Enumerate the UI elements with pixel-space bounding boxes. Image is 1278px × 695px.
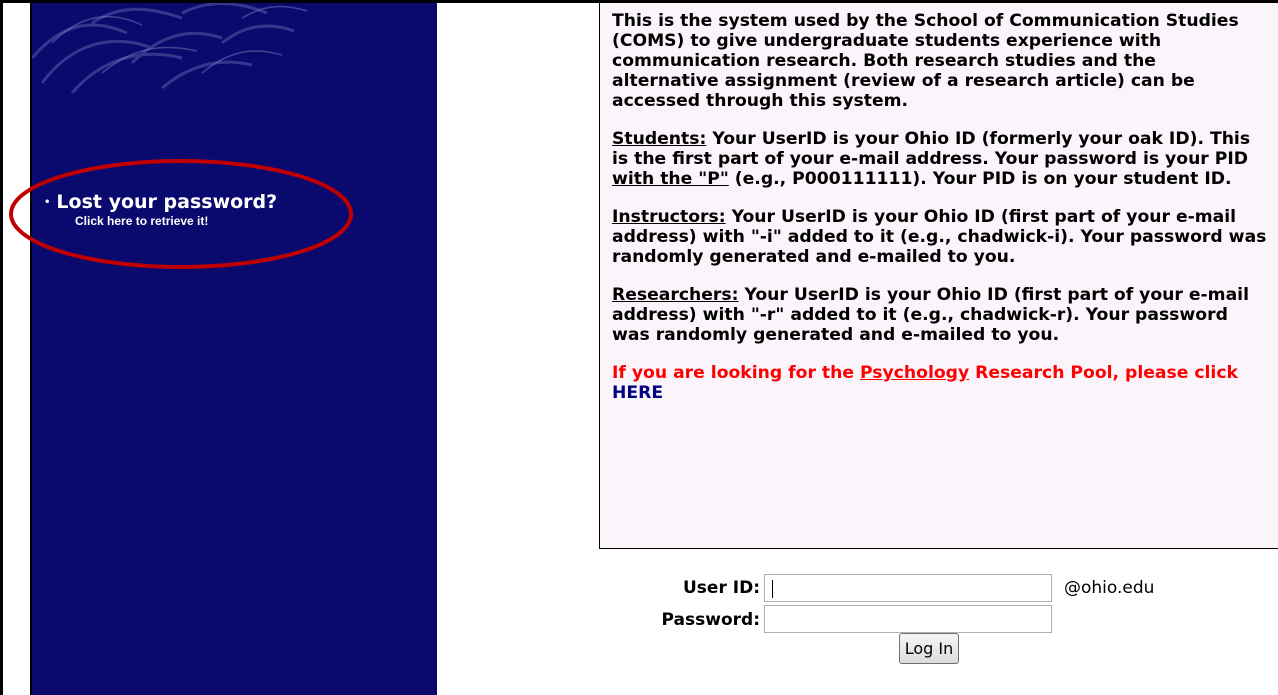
- password-label: Password:: [661, 610, 760, 630]
- students-underlined: with the "P": [612, 169, 729, 189]
- login-button[interactable]: Log In: [899, 633, 959, 664]
- header-decoration: [32, 3, 308, 93]
- info-panel: This is the system used by the School of…: [599, 3, 1278, 549]
- sidebar: • Lost your password? Click here to retri…: [30, 3, 437, 695]
- userid-input[interactable]: [764, 574, 1052, 602]
- researchers-paragraph: Researchers: Your UserID is your Ohio ID…: [612, 285, 1268, 345]
- psych-text-1: If you are looking for the: [612, 363, 860, 383]
- psychology-link[interactable]: Psychology: [860, 363, 969, 383]
- students-text-2: (e.g., P000111111). Your PID is on your …: [728, 169, 1232, 189]
- students-text-1: Your UserID is your Ohio ID (formerly yo…: [612, 129, 1251, 169]
- students-heading: Students:: [612, 129, 707, 149]
- researchers-heading: Researchers:: [612, 285, 739, 305]
- highlight-circle: [9, 159, 353, 269]
- text-caret: [772, 580, 773, 598]
- intro-text: This is the system used by the School of…: [612, 11, 1239, 111]
- domain-suffix: @ohio.edu: [1064, 578, 1155, 598]
- password-input[interactable]: [764, 605, 1052, 633]
- psych-text-2: Research Pool, please click: [969, 363, 1238, 383]
- students-paragraph: Students: Your UserID is your Ohio ID (f…: [612, 129, 1268, 189]
- userid-label: User ID:: [683, 578, 760, 598]
- psychology-notice: If you are looking for the Psychology Re…: [612, 363, 1268, 403]
- left-border: [0, 0, 3, 695]
- instructors-heading: Instructors:: [612, 207, 726, 227]
- instructors-paragraph: Instructors: Your UserID is your Ohio ID…: [612, 207, 1268, 267]
- here-link[interactable]: HERE: [612, 383, 663, 403]
